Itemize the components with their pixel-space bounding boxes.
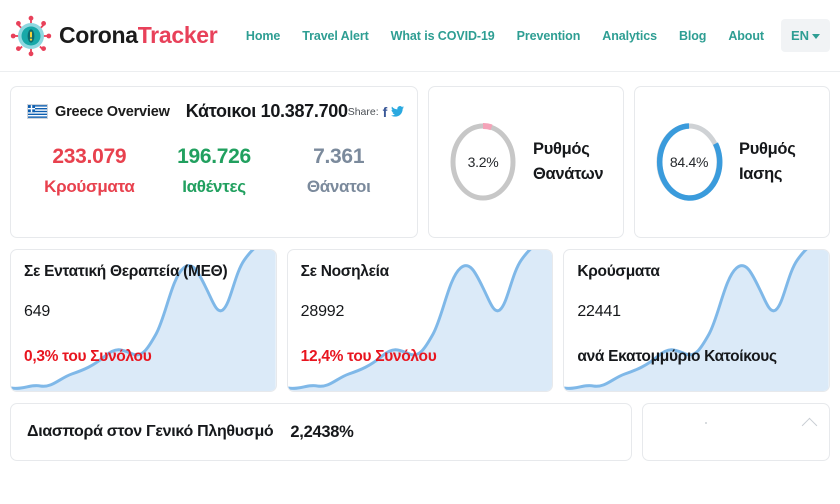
death-rate-card: 3.2% Ρυθμός Θανάτων bbox=[428, 86, 624, 238]
metrics-row: Σε Εντατική Θεραπεία (ΜΕΘ) 649 0,3% του … bbox=[10, 249, 831, 392]
cases-per-million-card: Κρούσματα 22441 ανά Εκατομμύριο Κατοίκου… bbox=[563, 249, 831, 392]
icu-subtext: 0,3% του Συνόλου bbox=[24, 348, 152, 365]
hospitalized-content: Σε Νοσηλεία 28992 12,4% του Συνόλου bbox=[301, 263, 553, 366]
hospitalized-title: Σε Νοσηλεία bbox=[300, 263, 390, 280]
brand-name-tracker: Tracker bbox=[137, 22, 218, 48]
stat-cases-label: Κρούσματα bbox=[44, 177, 135, 197]
population-spread-value: 2,2438% bbox=[290, 422, 354, 441]
placeholder-dot bbox=[705, 422, 707, 424]
population-spread-card: Διασπορά στον Γενικό Πληθυσμό 2,2438% bbox=[10, 403, 632, 461]
nav-item-prevention[interactable]: Prevention bbox=[506, 23, 592, 49]
stat-cases-value: 233.079 bbox=[52, 145, 127, 168]
brand-logo[interactable]: CoronaTracker bbox=[10, 15, 218, 57]
hospitalized-card: Σε Νοσηλεία 28992 12,4% του Συνόλου bbox=[286, 249, 554, 392]
nav-item-blog[interactable]: Blog bbox=[668, 23, 717, 49]
greece-flag-icon bbox=[27, 104, 48, 119]
nav-item-what-is-covid-19[interactable]: What is COVID-19 bbox=[380, 23, 506, 49]
hospitalized-value: 28992 bbox=[300, 303, 345, 320]
share-label: Share: bbox=[347, 105, 379, 118]
dashboard-main: Greece Overview Κάτοικοι 10.387.700 Shar… bbox=[0, 72, 840, 461]
overview-title: Greece Overview bbox=[55, 103, 170, 120]
collapse-card[interactable] bbox=[642, 403, 830, 461]
icu-content: Σε Εντατική Θεραπεία (ΜΕΘ) 649 0,3% του … bbox=[24, 263, 276, 366]
stat-recovered-value: 196.726 bbox=[177, 145, 251, 168]
chevron-up-icon[interactable] bbox=[801, 417, 818, 434]
recovery-rate-card: 84.4% Ρυθμός Ιασης bbox=[634, 86, 830, 238]
greece-overview-card: Greece Overview Κάτοικοι 10.387.700 Shar… bbox=[10, 86, 418, 238]
icu-card: Σε Εντατική Θεραπεία (ΜΕΘ) 649 0,3% του … bbox=[10, 249, 277, 392]
recovery-rate-donut: 84.4% bbox=[653, 120, 725, 204]
chevron-down-icon bbox=[812, 34, 820, 39]
facebook-icon[interactable]: f bbox=[383, 105, 388, 119]
recovery-rate-label-line1: Ρυθμός bbox=[739, 140, 796, 159]
overview-header: Greece Overview Κάτοικοι 10.387.700 Shar… bbox=[27, 101, 405, 122]
virus-icon bbox=[10, 15, 52, 56]
recovery-rate-label-line2: Ιασης bbox=[739, 165, 783, 183]
population-label: Κάτοικοι 10.387.700 bbox=[185, 101, 348, 121]
death-rate-label-line2: Θανάτων bbox=[533, 165, 604, 183]
brand-text: CoronaTracker bbox=[59, 22, 218, 49]
icu-title: Σε Εντατική Θεραπεία (ΜΕΘ) bbox=[24, 263, 228, 280]
nav-item-home[interactable]: Home bbox=[235, 23, 291, 49]
share-group: Share: f bbox=[348, 105, 405, 119]
nav-item-about[interactable]: About bbox=[717, 23, 775, 49]
stat-recovered: 196.726 Ιαθέντες bbox=[152, 144, 277, 197]
recovery-rate-label: Ρυθμός Ιασης bbox=[739, 137, 796, 187]
nav-item-analytics[interactable]: Analytics bbox=[591, 23, 668, 49]
site-header: CoronaTracker Home Travel Alert What is … bbox=[0, 0, 840, 72]
spread-row: Διασπορά στον Γενικό Πληθυσμό 2,2438% bbox=[10, 403, 830, 461]
brand-name-corona: Corona bbox=[59, 22, 138, 48]
nav-item-travel-alert[interactable]: Travel Alert bbox=[291, 23, 379, 49]
summary-row: Greece Overview Κάτοικοι 10.387.700 Shar… bbox=[10, 86, 830, 238]
stat-deaths-label: Θάνατοι bbox=[306, 177, 371, 197]
main-navigation: Home Travel Alert What is COVID-19 Preve… bbox=[235, 19, 840, 52]
language-selector-label: EN bbox=[790, 28, 809, 43]
stat-deaths-value: 7.361 bbox=[313, 145, 365, 168]
cases-per-million-value: 22441 bbox=[577, 303, 621, 320]
cases-per-million-subtext: ανά Εκατομμύριο Κατοίκους bbox=[577, 348, 777, 365]
death-rate-label-line1: Ρυθμός bbox=[533, 140, 590, 159]
death-rate-label: Ρυθμός Θανάτων bbox=[533, 137, 604, 187]
twitter-icon[interactable] bbox=[391, 106, 405, 117]
language-selector[interactable]: EN bbox=[780, 19, 830, 52]
stat-cases: 233.079 Κρούσματα bbox=[27, 144, 152, 197]
population-spread-title: Διασπορά στον Γενικό Πληθυσμό bbox=[27, 423, 274, 440]
stat-deaths: 7.361 Θάνατοι bbox=[276, 144, 401, 197]
stat-recovered-label: Ιαθέντες bbox=[182, 177, 246, 197]
icu-value: 649 bbox=[24, 303, 51, 320]
overview-stats: 233.079 Κρούσματα 196.726 Ιαθέντες 7.361… bbox=[27, 144, 401, 197]
hospitalized-subtext: 12,4% του Συνόλου bbox=[300, 348, 437, 365]
cases-per-million-content: Κρούσματα 22441 ανά Εκατομμύριο Κατοίκου… bbox=[577, 263, 829, 366]
cases-per-million-title: Κρούσματα bbox=[577, 263, 660, 280]
recovery-rate-value: 84.4% bbox=[669, 154, 709, 170]
death-rate-donut: 3.2% bbox=[447, 120, 519, 204]
death-rate-value: 3.2% bbox=[467, 154, 499, 170]
